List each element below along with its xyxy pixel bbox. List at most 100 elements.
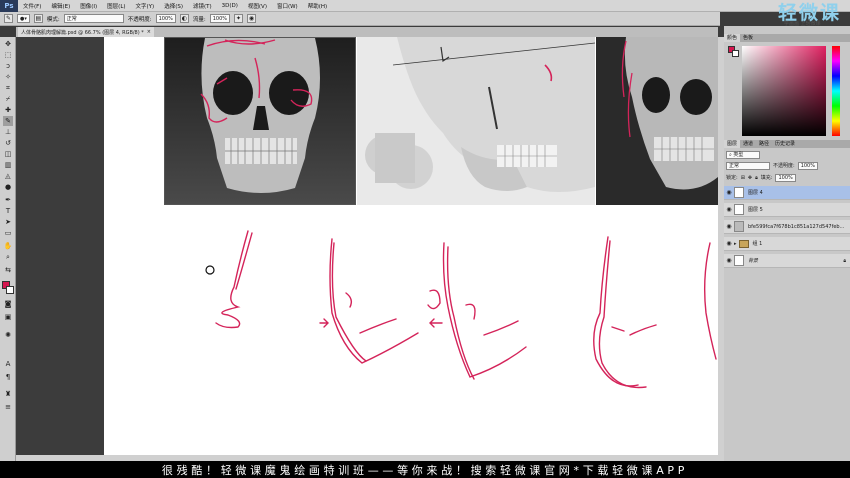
layer-thumbnail: [734, 221, 744, 232]
brush-panel-icon[interactable]: ▤: [33, 14, 43, 23]
tab-paths[interactable]: 路径: [756, 140, 772, 148]
move-tool-icon[interactable]: ✥: [3, 39, 13, 49]
tool-preset-icon[interactable]: ✺: [3, 330, 13, 340]
eye-icon[interactable]: ◉: [724, 189, 734, 196]
type-tool-icon[interactable]: T: [3, 206, 13, 216]
tab-channels[interactable]: 通道: [740, 140, 756, 148]
lock-icon: 🔒︎: [843, 257, 846, 264]
tab-color[interactable]: 颜色: [724, 34, 741, 42]
layer-filter-select[interactable]: ⌕ 类型: [726, 150, 760, 159]
pressure-opacity-icon[interactable]: ◐: [179, 14, 189, 23]
gradient-tool-icon[interactable]: ▥: [3, 160, 13, 170]
expand-arrow-icon[interactable]: ▸: [734, 241, 737, 247]
sketch-strokes: [215, 230, 717, 389]
brush-tool-icon[interactable]: ✎: [3, 116, 13, 126]
zoom-tool-icon[interactable]: ⌕: [3, 252, 13, 262]
flow-input[interactable]: 100%: [209, 14, 231, 23]
layer-row[interactable]: ◉ 图层 5: [724, 203, 850, 217]
brush-tool-icon[interactable]: ✎: [4, 14, 13, 23]
document-tab[interactable]: 人体骨骼肌肉理解篇.psd @ 66.7% (图层 4, RGB/8) * ×: [18, 27, 154, 37]
dodge-tool-icon[interactable]: ●: [3, 182, 13, 192]
screen-mode-icon[interactable]: ▣: [3, 312, 13, 322]
menu-edit[interactable]: 编辑(E): [46, 2, 75, 10]
stamp-tool-icon[interactable]: ⊥: [3, 127, 13, 137]
background-color-chip[interactable]: [732, 50, 739, 57]
pressure-size-icon[interactable]: ◉: [247, 14, 257, 23]
blend-row: 正常 不透明度: 100%: [726, 161, 818, 170]
menu-file[interactable]: 文件(F): [18, 2, 46, 10]
mode-select[interactable]: 正常: [63, 14, 124, 23]
hue-slider[interactable]: [832, 46, 840, 136]
eye-icon[interactable]: ◉: [724, 223, 734, 230]
layer-filter-value: 类型: [733, 152, 744, 158]
watermark: 轻微课 学画画 上轻微课: [774, 0, 850, 28]
hand-tool-icon[interactable]: ✋: [3, 241, 13, 251]
pen-tool-icon[interactable]: ✒: [3, 195, 13, 205]
character-panel-icon[interactable]: A: [3, 359, 13, 369]
tab-swatches[interactable]: 色板: [740, 34, 756, 42]
airbrush-icon[interactable]: ✦: [234, 14, 244, 23]
tab-history[interactable]: 历史记录: [772, 140, 798, 148]
layer-row[interactable]: ◉ 图层 4: [724, 186, 850, 200]
menu-layer[interactable]: 图层(L): [102, 2, 130, 10]
lasso-tool-icon[interactable]: ↄ: [3, 61, 13, 71]
eye-icon[interactable]: ◉: [724, 240, 734, 247]
eye-icon[interactable]: ◉: [724, 257, 734, 264]
search-icon: ⌕: [729, 151, 732, 158]
layer-name: 背景: [748, 258, 759, 264]
crop-tool-icon[interactable]: ⌗: [3, 83, 13, 93]
layer-name: 组 1: [752, 241, 763, 247]
color-swap-icon[interactable]: ⇆: [3, 265, 13, 275]
tab-layers[interactable]: 图层: [724, 140, 741, 148]
eye-icon[interactable]: ◉: [724, 206, 734, 213]
lock-position-icon[interactable]: ✥: [748, 175, 752, 181]
history-brush-tool-icon[interactable]: ↺: [3, 138, 13, 148]
menu-image[interactable]: 图像(I): [75, 2, 102, 10]
layer-thumbnail: [734, 204, 744, 215]
menu-window[interactable]: 窗口(W): [272, 2, 303, 10]
menu-view[interactable]: 视图(V): [243, 2, 272, 10]
close-icon[interactable]: ×: [147, 29, 151, 35]
layer-opacity-input[interactable]: 100%: [797, 161, 818, 170]
quick-mask-icon[interactable]: ◙: [3, 299, 13, 309]
eraser-tool-icon[interactable]: ◫: [3, 149, 13, 159]
menu-select[interactable]: 选择(S): [159, 2, 188, 10]
layer-row[interactable]: ◉ bfe599fca7f678b1c851a127d547feb...: [724, 220, 850, 234]
fill-label: 填充:: [760, 175, 773, 181]
layer-name: bfe599fca7f678b1c851a127d547feb...: [748, 223, 845, 230]
path-select-tool-icon[interactable]: ➤: [3, 217, 13, 227]
mode-value: 正常: [66, 16, 77, 22]
background-color-swatch[interactable]: [6, 286, 14, 294]
clone-source-icon[interactable]: ♜: [3, 389, 13, 399]
layer-name: 图层 5: [748, 207, 763, 213]
quick-select-tool-icon[interactable]: ✧: [3, 72, 13, 82]
healing-tool-icon[interactable]: ✚: [3, 105, 13, 115]
layer-opacity-label: 不透明度:: [773, 163, 795, 169]
lock-all-icon[interactable]: 🔒︎: [755, 175, 758, 181]
layer-row[interactable]: ◉ 背景 🔒︎: [724, 254, 850, 268]
menu-3d[interactable]: 3D(D): [217, 3, 243, 9]
layer-name: 图层 4: [748, 190, 763, 196]
layer-row[interactable]: ◉ ▸ 组 1: [724, 237, 850, 251]
menu-type[interactable]: 文字(Y): [131, 2, 160, 10]
marquee-tool-icon[interactable]: ⬚: [3, 50, 13, 60]
shape-tool-icon[interactable]: ▭: [3, 228, 13, 238]
brush-size-picker[interactable]: ●▾: [17, 14, 30, 23]
canvas-workspace[interactable]: [16, 37, 718, 461]
menu-filter[interactable]: 滤镜(T): [188, 2, 217, 10]
opacity-input[interactable]: 100%: [155, 14, 176, 23]
blur-tool-icon[interactable]: ◬: [3, 171, 13, 181]
document-tab-bar: 人体骨骼肌肉理解篇.psd @ 66.7% (图层 4, RGB/8) * ×: [16, 27, 718, 37]
promo-banner-text: 很残酷！轻微课魔鬼绘画特训班——等你来战！搜索轻微课官网*下载轻微课APP: [161, 463, 689, 477]
layer-opacity-value: 100%: [800, 162, 815, 169]
paragraph-panel-icon[interactable]: ¶: [3, 372, 13, 382]
eyedropper-tool-icon[interactable]: ⌿: [3, 94, 13, 104]
menu-help[interactable]: 帮助(H): [303, 2, 332, 10]
fill-input[interactable]: 100%: [775, 173, 796, 182]
brush-preset-icon[interactable]: ≡: [3, 402, 13, 412]
blend-mode-select[interactable]: 正常: [726, 161, 770, 170]
lock-pixels-icon[interactable]: ⊞: [741, 175, 745, 181]
opacity-value: 100%: [158, 15, 173, 22]
fill-value: 100%: [778, 174, 793, 181]
color-picker-field[interactable]: [742, 46, 826, 136]
